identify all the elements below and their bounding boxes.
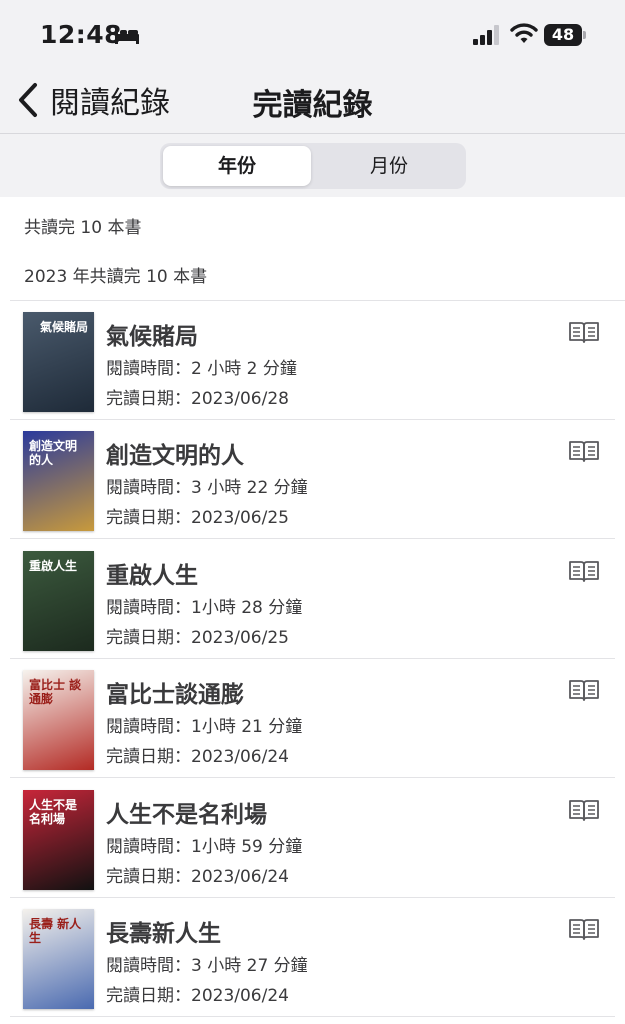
book-row[interactable]: 人生不是名利場 人生不是名利場閱讀時間：1小時 59 分鐘 完讀日期：2023/06…	[10, 779, 615, 898]
segment-month[interactable]: 月份	[315, 146, 463, 186]
book-cover-title: 富比士 談通膨	[29, 678, 82, 706]
chevron-left-icon	[19, 83, 37, 117]
reading-time: 閱讀時間：1小時 21 分鐘	[106, 717, 303, 737]
back-label: 閱讀紀錄	[50, 86, 170, 121]
book-title: 氣候賭局	[106, 324, 198, 350]
segmented-control: 年份 月份	[160, 143, 466, 189]
book-cover-image: 人生不是名利場	[23, 790, 94, 890]
book-row[interactable]: 氣候賭局 氣候賭局閱讀時間：2 小時 2 分鐘 完讀日期：2023/06/28	[10, 301, 615, 420]
book-title: 富比士談通膨	[106, 682, 244, 708]
open-book-icon[interactable]	[568, 798, 600, 822]
cellular-signal-icon	[473, 25, 499, 45]
book-cover-title: 長壽 新人生	[29, 917, 82, 945]
book-title: 重啟人生	[106, 563, 198, 589]
year-finished-summary: 2023 年共讀完 10 本書	[24, 267, 208, 287]
finished-date: 完讀日期：2023/06/24	[106, 986, 289, 1006]
book-title: 長壽新人生	[106, 921, 221, 947]
finished-date: 完讀日期：2023/06/24	[106, 747, 289, 767]
segment-area: 年份 月份	[0, 134, 625, 197]
book-row[interactable]: 重啟人生 重啟人生閱讀時間：1小時 28 分鐘 完讀日期：2023/06/25	[10, 540, 615, 659]
book-cover-title: 人生不是名利場	[29, 798, 78, 826]
segment-year[interactable]: 年份	[163, 146, 311, 186]
book-cover-title: 氣候賭局	[39, 320, 88, 334]
reading-time: 閱讀時間：3 小時 27 分鐘	[106, 956, 308, 976]
book-row[interactable]: 長壽 新人生 長壽新人生閱讀時間：3 小時 27 分鐘 完讀日期：2023/06/2…	[10, 898, 615, 1017]
reading-time: 閱讀時間：1小時 28 分鐘	[106, 598, 303, 618]
reading-time: 閱讀時間：3 小時 22 分鐘	[106, 478, 308, 498]
status-time: 12:48	[40, 20, 123, 49]
book-cover-image: 長壽 新人生	[23, 909, 94, 1009]
open-book-icon[interactable]	[568, 559, 600, 583]
book-row[interactable]: 富比士 談通膨 富比士談通膨閱讀時間：1小時 21 分鐘 完讀日期：2023/06/…	[10, 659, 615, 778]
battery-indicator: 48	[544, 24, 586, 46]
reading-time: 閱讀時間：2 小時 2 分鐘	[106, 359, 297, 379]
book-cover-image: 氣候賭局	[23, 312, 94, 412]
wifi-icon	[510, 23, 538, 43]
status-bar: 12:48 48	[0, 0, 625, 68]
finished-date: 完讀日期：2023/06/25	[106, 508, 289, 528]
open-book-icon[interactable]	[568, 320, 600, 344]
book-cover-image: 富比士 談通膨	[23, 670, 94, 770]
battery-level: 48	[551, 25, 575, 44]
finished-date: 完讀日期：2023/06/28	[106, 389, 289, 409]
open-book-icon[interactable]	[568, 439, 600, 463]
open-book-icon[interactable]	[568, 678, 600, 702]
book-cover-title: 創造文明的人	[29, 439, 78, 467]
finished-date: 完讀日期：2023/06/25	[106, 628, 289, 648]
total-finished-summary: 共讀完 10 本書	[24, 218, 142, 238]
navigation-bar: 完讀紀錄 閱讀紀錄	[0, 68, 625, 134]
reading-time: 閱讀時間：1小時 59 分鐘	[106, 837, 303, 857]
book-row[interactable]: 創造文明的人 創造文明的人閱讀時間：3 小時 22 分鐘 完讀日期：2023/06/…	[10, 420, 615, 539]
book-cover-image: 創造文明的人	[23, 431, 94, 531]
book-title: 人生不是名利場	[106, 802, 267, 828]
book-title: 創造文明的人	[106, 443, 244, 469]
bed-icon	[115, 28, 139, 44]
book-cover-image: 重啟人生	[23, 551, 94, 651]
open-book-icon[interactable]	[568, 917, 600, 941]
back-button[interactable]: 閱讀紀錄	[16, 80, 170, 121]
finished-date: 完讀日期：2023/06/24	[106, 867, 289, 887]
book-cover-title: 重啟人生	[29, 559, 78, 573]
